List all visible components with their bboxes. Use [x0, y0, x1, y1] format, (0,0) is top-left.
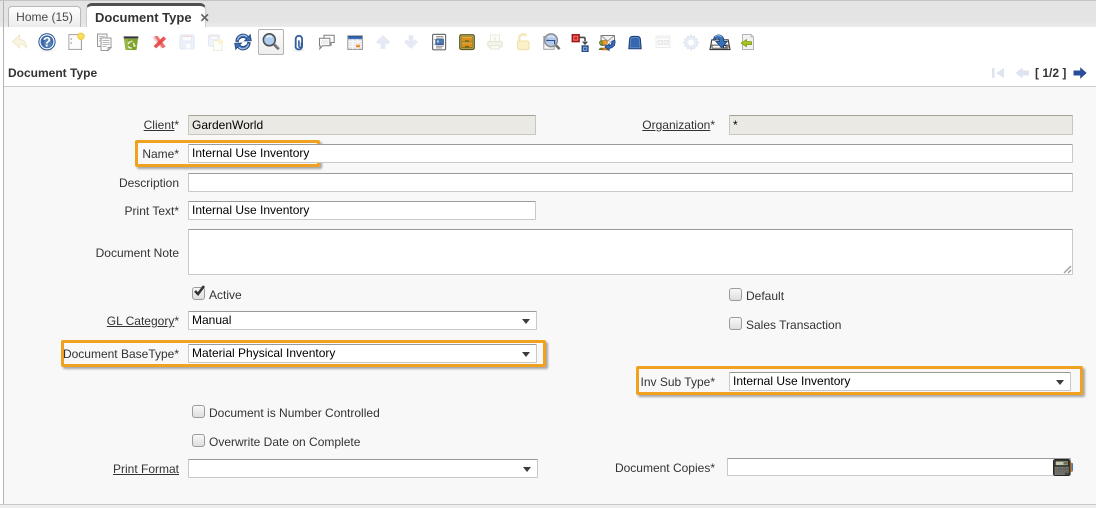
svg-text:?: ? — [43, 35, 51, 50]
